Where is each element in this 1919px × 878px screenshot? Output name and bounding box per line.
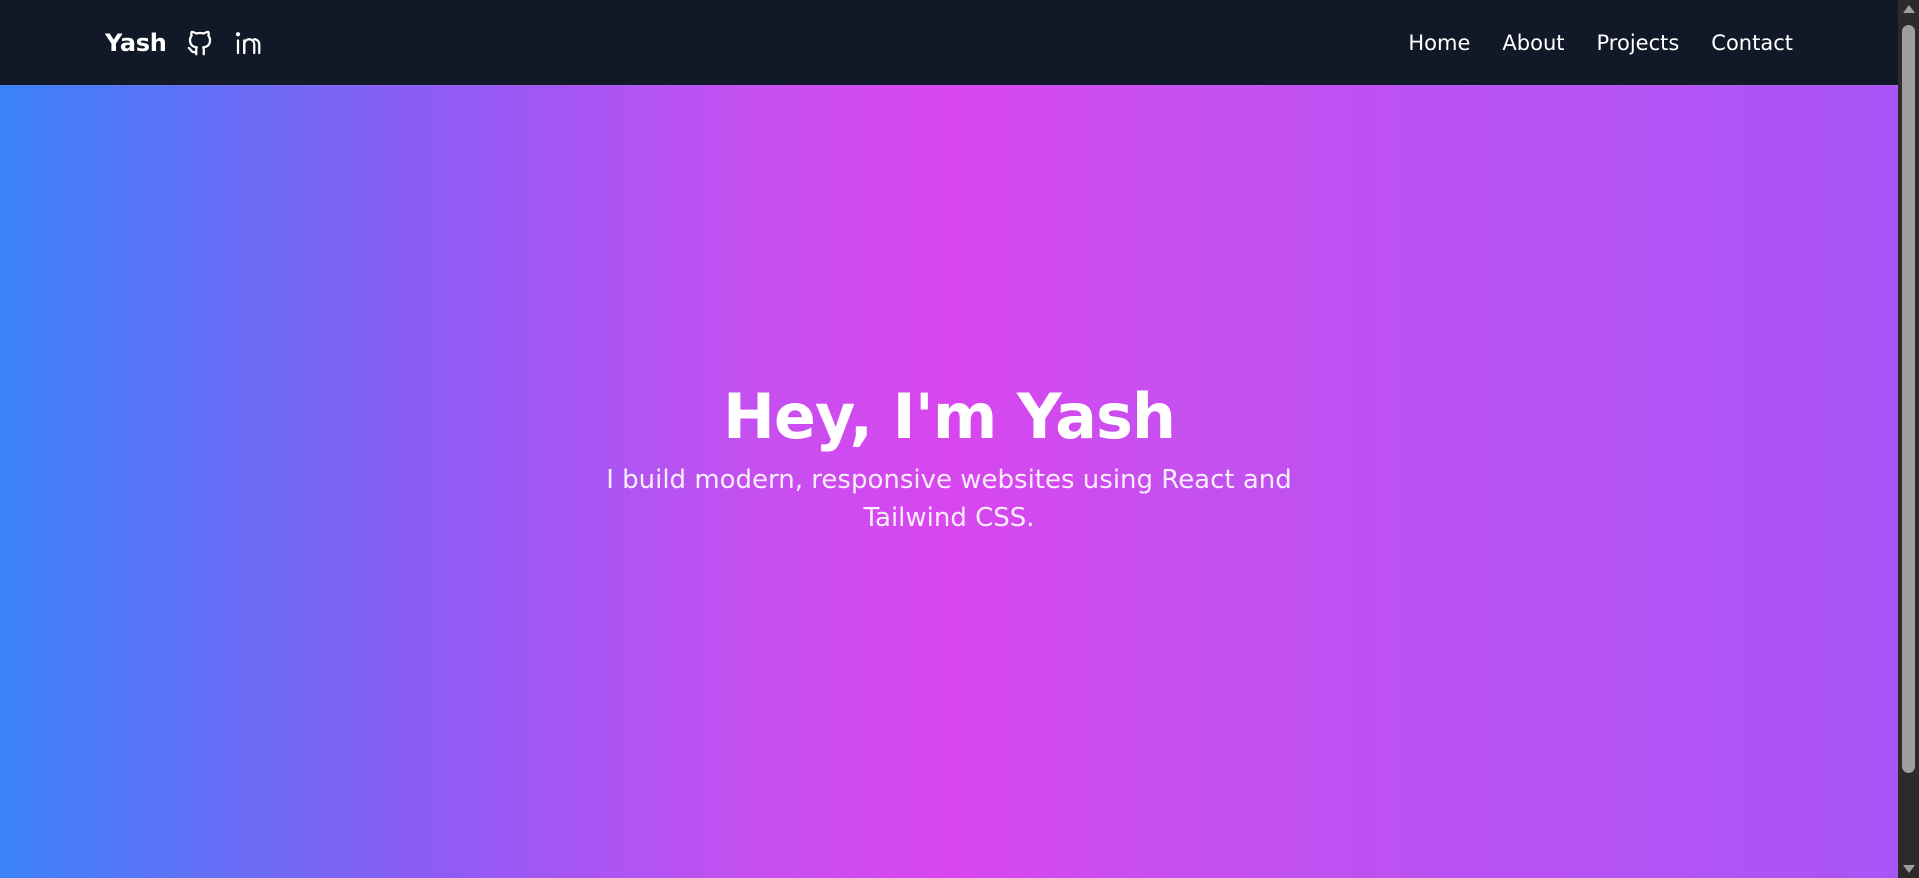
- nav-links: Home About Projects Contact: [1408, 31, 1793, 55]
- hero-title: Hey, I'm Yash: [723, 379, 1176, 453]
- hero-section: Hey, I'm Yash I build modern, responsive…: [0, 85, 1898, 878]
- brand-group: Yash: [105, 28, 263, 58]
- nav-link-projects[interactable]: Projects: [1597, 31, 1680, 55]
- page-viewport: Yash Home About Projects Contact Hey, I'…: [0, 0, 1898, 878]
- nav-link-contact[interactable]: Contact: [1711, 31, 1793, 55]
- hero-subtitle: I build modern, responsive websites usin…: [606, 464, 1292, 533]
- brand-link[interactable]: Yash: [105, 29, 167, 57]
- hero-content: Hey, I'm Yash I build modern, responsive…: [569, 379, 1329, 538]
- vertical-scrollbar[interactable]: [1898, 0, 1919, 878]
- nav-link-about[interactable]: About: [1502, 31, 1564, 55]
- navbar: Yash Home About Projects Contact: [0, 0, 1898, 85]
- github-icon[interactable]: [185, 28, 215, 58]
- nav-link-home[interactable]: Home: [1408, 31, 1470, 55]
- scroll-down-icon[interactable]: [1898, 860, 1919, 878]
- scroll-up-icon[interactable]: [1898, 0, 1919, 18]
- linkedin-icon[interactable]: [233, 28, 263, 58]
- scrollbar-thumb[interactable]: [1902, 25, 1915, 773]
